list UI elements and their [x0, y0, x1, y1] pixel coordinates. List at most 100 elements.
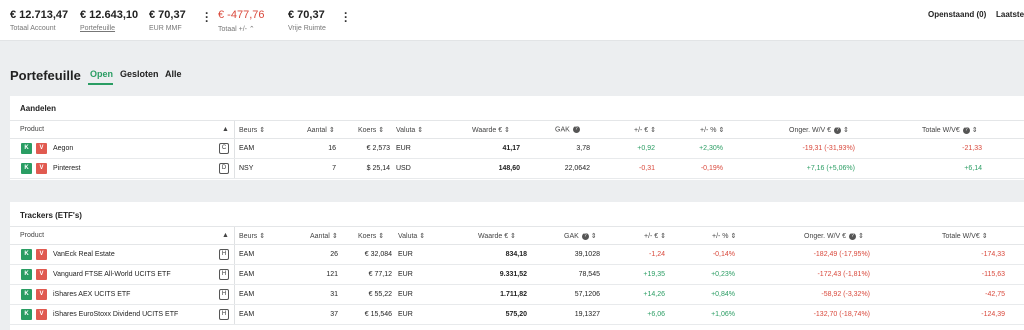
col-gak-label: GAK: [555, 126, 570, 134]
help-icon[interactable]: ?: [581, 232, 589, 240]
sort-icon[interactable]: ⇕: [660, 233, 666, 240]
sort-icon[interactable]: ▲: [222, 232, 229, 239]
buy-button[interactable]: K: [21, 289, 32, 300]
col-product[interactable]: Product: [20, 126, 44, 133]
sort-icon[interactable]: ⇕: [378, 233, 384, 240]
col-aantal[interactable]: Aantal ⇕: [307, 126, 335, 134]
product-name[interactable]: VanEck Real Estate: [53, 251, 115, 258]
help-icon[interactable]: ?: [849, 232, 857, 240]
stat-value: € -477,76: [218, 9, 265, 21]
sell-button[interactable]: V: [36, 289, 47, 300]
col-gak[interactable]: GAK?: [555, 126, 580, 133]
cell-totale: -115,63: [981, 271, 1005, 278]
help-icon[interactable]: ?: [834, 126, 842, 134]
buy-button[interactable]: K: [21, 309, 32, 320]
buy-button[interactable]: K: [21, 249, 32, 260]
sort-icon[interactable]: ⇕: [731, 233, 737, 240]
sort-icon[interactable]: ⇕: [843, 127, 849, 134]
column-divider: [234, 265, 235, 284]
col-waarde[interactable]: Waarde € ⇕: [478, 232, 516, 240]
category-badge: H: [219, 289, 229, 300]
kebab-menu-icon[interactable]: · · ·: [343, 7, 349, 27]
cell-totale: +6,14: [964, 165, 982, 172]
sort-icon[interactable]: ⇕: [417, 127, 423, 134]
kebab-menu-icon[interactable]: · · ·: [204, 7, 210, 27]
sort-icon[interactable]: ⇕: [259, 127, 265, 134]
sort-icon[interactable]: ⇕: [329, 127, 335, 134]
sort-icon[interactable]: ⇕: [259, 233, 265, 240]
col-onger[interactable]: Onger. W/V €? ⇕: [804, 232, 864, 240]
col-koers[interactable]: Koers ⇕: [358, 232, 384, 240]
col-koers[interactable]: Koers ⇕: [358, 126, 384, 134]
help-icon[interactable]: ?: [572, 126, 580, 133]
cell-waarde: 148,60: [498, 165, 520, 172]
col-valuta[interactable]: Valuta ⇕: [398, 232, 425, 240]
table-row[interactable]: K V VanEck Real Estate H EAM 26 € 32,084…: [10, 245, 1024, 265]
col-totale[interactable]: Totale W/V€? ⇕: [922, 126, 978, 134]
sort-icon[interactable]: ⇕: [510, 233, 516, 240]
cell-beurs: EAM: [239, 251, 255, 258]
sort-icon[interactable]: ⇕: [858, 233, 864, 240]
buy-button[interactable]: K: [21, 163, 32, 174]
sort-icon[interactable]: ⇕: [591, 233, 597, 240]
stat-portefeuille[interactable]: € 12.643,10 Portefeuille: [80, 9, 138, 32]
cell-pm-eur: +14,26: [643, 291, 665, 298]
stat-totaal-plus-minus[interactable]: € -477,76 Totaal +/- ⌃: [218, 9, 264, 33]
help-icon[interactable]: ?: [962, 126, 970, 134]
sell-button[interactable]: V: [36, 269, 47, 280]
col-valuta[interactable]: Valuta ⇕: [396, 126, 423, 134]
cell-pm-eur: +0,92: [637, 145, 655, 152]
openstaand-link[interactable]: Openstaand (0): [928, 10, 986, 19]
sort-icon[interactable]: ⇕: [419, 233, 425, 240]
cell-koers: € 32,084: [364, 251, 392, 258]
product-name[interactable]: Pinterest: [53, 165, 81, 172]
sort-icon[interactable]: ⇕: [504, 127, 510, 134]
product-name[interactable]: iShares EuroStoxx Dividend UCITS ETF: [53, 311, 178, 318]
buy-button[interactable]: K: [21, 143, 32, 154]
cell-totale: -42,75: [985, 291, 1005, 298]
sort-icon[interactable]: ⇕: [378, 127, 384, 134]
sort-icon[interactable]: ⇕: [982, 233, 988, 240]
col-pm-pct[interactable]: +/- % ⇕: [712, 232, 736, 240]
col-product[interactable]: Product: [20, 232, 44, 239]
col-onger[interactable]: Onger. W/V €? ⇕: [789, 126, 849, 134]
product-name[interactable]: Vanguard FTSE All-World UCITS ETF: [53, 271, 171, 278]
col-gak[interactable]: GAK? ⇕: [564, 232, 597, 240]
tab-alle[interactable]: Alle: [165, 69, 182, 79]
sell-button[interactable]: V: [36, 309, 47, 320]
table-row[interactable]: K V iShares AEX UCITS ETF H EAM 31 € 55,…: [10, 285, 1024, 305]
tab-gesloten[interactable]: Gesloten: [120, 69, 159, 79]
trackers-card: Trackers (ETF's) Product ▲ Beurs ⇕ Aanta…: [10, 202, 1024, 330]
sort-icon[interactable]: ⇕: [972, 127, 978, 134]
sell-button[interactable]: V: [36, 163, 47, 174]
sort-icon[interactable]: ▲: [222, 126, 229, 133]
table-row[interactable]: K V Aegon C EAM 16 € 2,573 EUR 41,17 3,7…: [10, 139, 1024, 159]
col-pm-eur[interactable]: +/- € ⇕: [644, 232, 666, 240]
cell-waarde: 575,20: [505, 311, 527, 318]
sort-icon[interactable]: ⇕: [332, 233, 338, 240]
cell-aantal: 26: [330, 251, 338, 258]
col-totale[interactable]: Totale W/V€ ⇕: [942, 232, 988, 240]
col-pm-eur[interactable]: +/- € ⇕: [634, 126, 656, 134]
sell-button[interactable]: V: [36, 143, 47, 154]
col-aantal[interactable]: Aantal ⇕: [310, 232, 338, 240]
tab-open[interactable]: Open: [90, 69, 113, 79]
laatste-link[interactable]: Laatste: [996, 10, 1024, 19]
sort-icon[interactable]: ⇕: [719, 127, 725, 134]
product-name[interactable]: Aegon: [53, 145, 73, 152]
sort-icon[interactable]: ⇕: [650, 127, 656, 134]
cell-gak: 78,545: [578, 271, 600, 278]
table-row[interactable]: K V Pinterest D NSY 7 $ 25,14 USD 148,60…: [10, 159, 1024, 179]
stat-label-link[interactable]: Portefeuille: [80, 25, 138, 32]
product-name[interactable]: iShares AEX UCITS ETF: [53, 291, 130, 298]
col-waarde[interactable]: Waarde € ⇕: [472, 126, 510, 134]
table-row[interactable]: K V iShares EuroStoxx Dividend UCITS ETF…: [10, 305, 1024, 325]
active-tab-indicator: [88, 83, 113, 85]
table-row[interactable]: K V Vanguard FTSE All-World UCITS ETF H …: [10, 265, 1024, 285]
category-badge: D: [219, 163, 229, 174]
buy-button[interactable]: K: [21, 269, 32, 280]
col-beurs[interactable]: Beurs ⇕: [239, 232, 265, 240]
col-pm-pct[interactable]: +/- % ⇕: [700, 126, 724, 134]
col-beurs[interactable]: Beurs ⇕: [239, 126, 265, 134]
sell-button[interactable]: V: [36, 249, 47, 260]
